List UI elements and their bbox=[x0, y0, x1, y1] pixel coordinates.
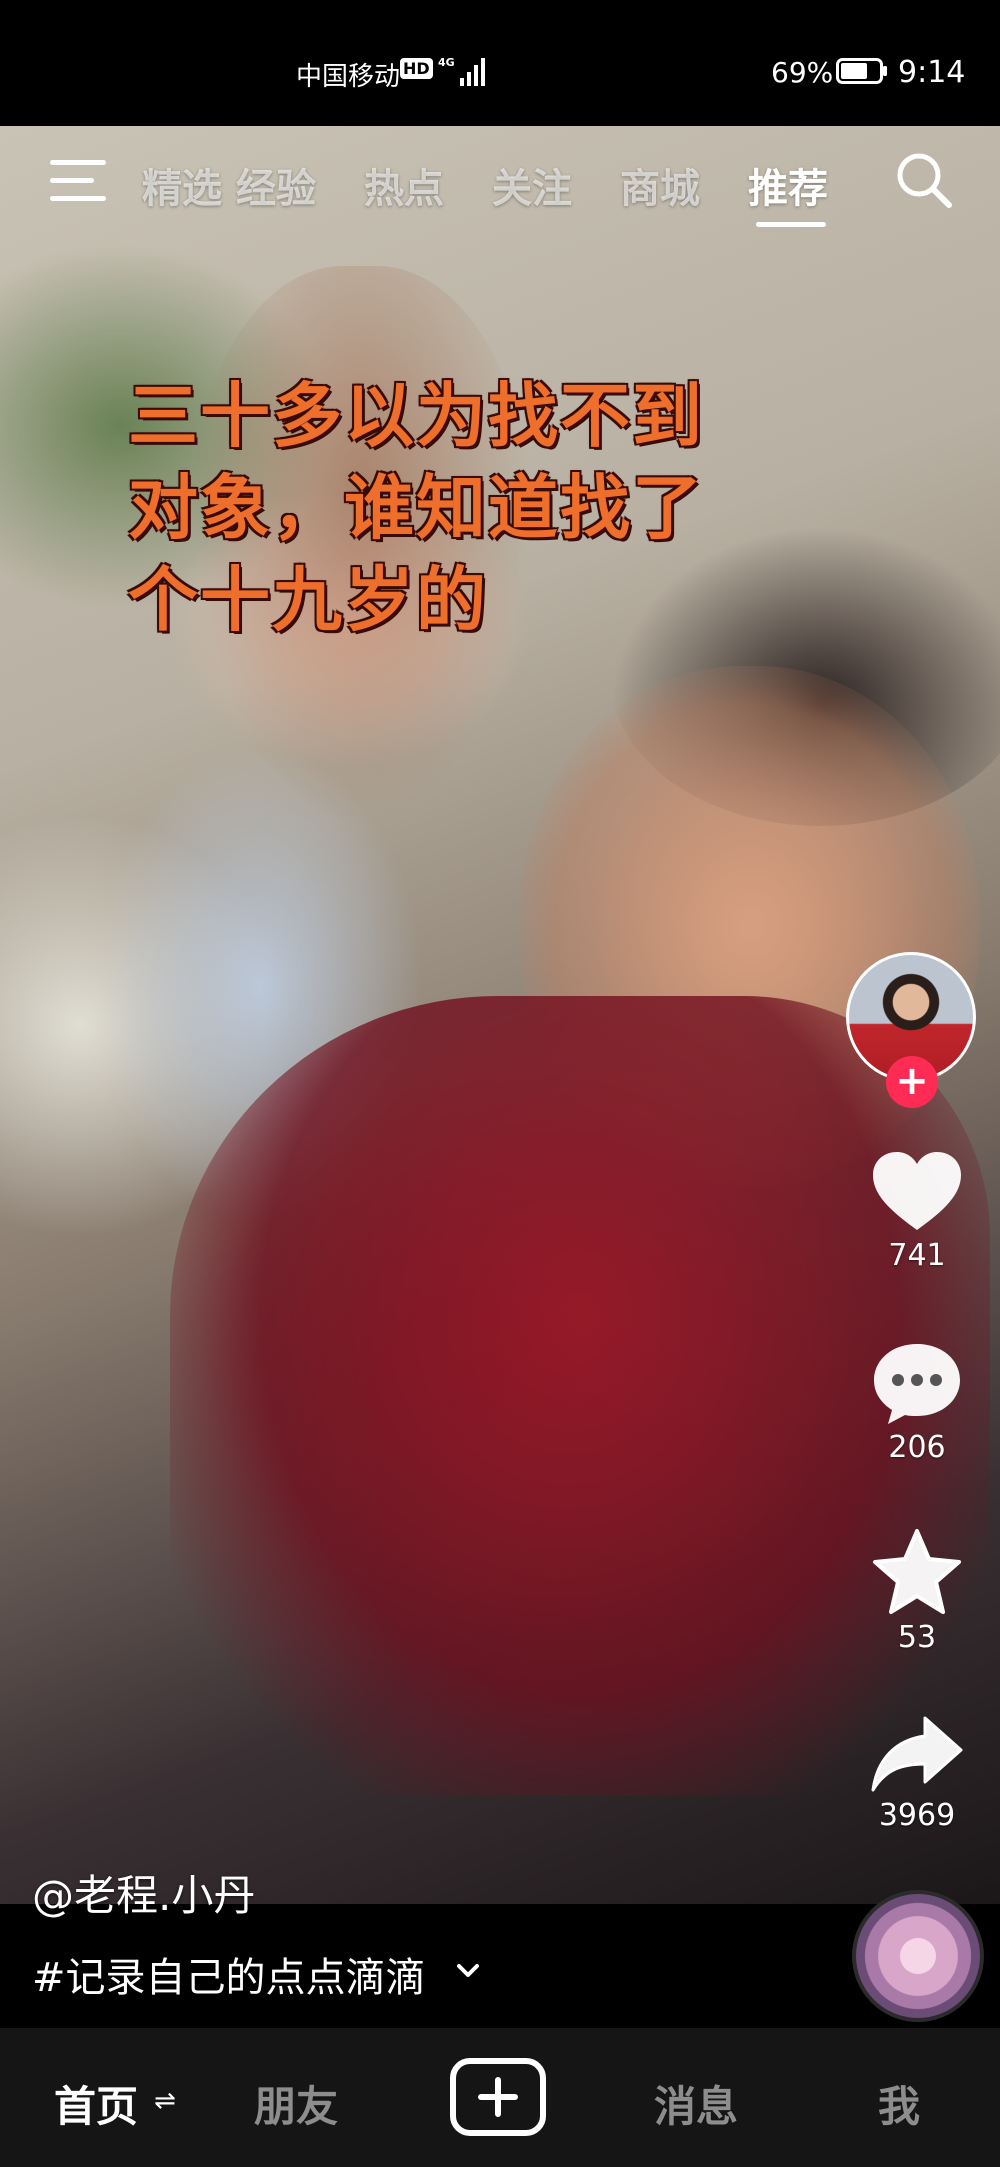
carrier-label: 中国移动 bbox=[296, 62, 401, 92]
nav-me[interactable]: 我 bbox=[878, 2073, 920, 2134]
star-icon bbox=[873, 1529, 961, 1614]
author-username[interactable]: @老程.小丹 bbox=[32, 1862, 255, 1923]
favorite-button[interactable]: 53 bbox=[862, 1528, 972, 1655]
tab-experience[interactable]: 经验 bbox=[236, 156, 316, 214]
music-disc-icon[interactable] bbox=[852, 1890, 984, 2022]
tab-featured[interactable]: 精选 bbox=[142, 156, 222, 214]
like-count: 741 bbox=[888, 1238, 946, 1273]
caption-line: 三十多以为找不到 bbox=[128, 375, 704, 457]
search-icon[interactable] bbox=[894, 150, 954, 210]
author-avatar-group[interactable]: + bbox=[846, 952, 976, 1108]
hd-badge: HD bbox=[400, 58, 433, 79]
comment-count: 206 bbox=[888, 1430, 946, 1465]
nav-friends[interactable]: 朋友 bbox=[254, 2073, 338, 2134]
menu-icon[interactable] bbox=[50, 160, 106, 204]
like-button[interactable]: 741 bbox=[862, 1150, 972, 1273]
follow-button[interactable]: + bbox=[886, 1056, 938, 1108]
battery-icon bbox=[836, 58, 887, 84]
create-button[interactable] bbox=[450, 2058, 546, 2136]
caption-line: 个十九岁的 bbox=[128, 559, 488, 641]
nav-home[interactable]: 首页 bbox=[54, 2073, 138, 2134]
nav-messages[interactable]: 消息 bbox=[654, 2073, 738, 2134]
share-arrow-icon bbox=[871, 1716, 963, 1792]
heart-icon bbox=[873, 1152, 961, 1230]
chevron-down-icon[interactable] bbox=[453, 1956, 483, 1986]
clock: 9:14 bbox=[898, 55, 966, 90]
video-hashtag[interactable]: #记录自己的点点滴滴 bbox=[32, 1945, 426, 2003]
signal-icon: 4G bbox=[438, 56, 485, 86]
tab-mall[interactable]: 商城 bbox=[620, 156, 700, 214]
battery-percent: 69% bbox=[771, 56, 834, 89]
swap-icon[interactable]: ⇌ bbox=[154, 2086, 176, 2116]
share-button[interactable]: 3969 bbox=[862, 1714, 972, 1833]
favorite-count: 53 bbox=[897, 1620, 937, 1655]
tab-following[interactable]: 关注 bbox=[492, 156, 572, 214]
caption-line: 对象，谁知道找了 bbox=[128, 467, 704, 549]
share-count: 3969 bbox=[878, 1798, 956, 1833]
svg-text:4G: 4G bbox=[438, 56, 455, 69]
tab-trending[interactable]: 热点 bbox=[364, 156, 444, 214]
tab-recommended[interactable]: 推荐 bbox=[748, 156, 828, 214]
video-caption: 三十多以为找不到 对象，谁知道找了 个十九岁的 bbox=[128, 370, 888, 646]
active-tab-indicator bbox=[756, 222, 826, 227]
comment-button[interactable]: 206 bbox=[862, 1340, 972, 1465]
status-bar: 中国移动 HD 4G 69% 9:14 bbox=[0, 0, 1000, 126]
comment-icon bbox=[874, 1344, 960, 1424]
